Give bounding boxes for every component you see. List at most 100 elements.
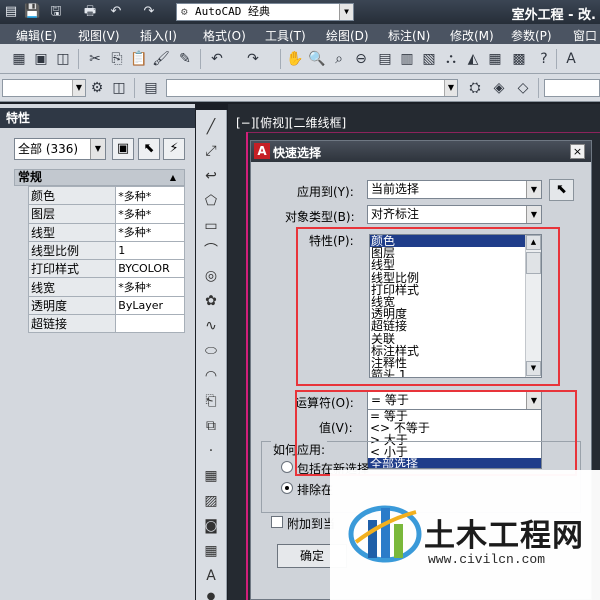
chevron-down-icon[interactable]: ▼	[72, 80, 85, 96]
quick-select-icon[interactable]: ⚡	[163, 138, 185, 160]
redo-icon[interactable]: ↷	[244, 50, 262, 68]
properties-icon[interactable]: ▤	[376, 50, 394, 68]
save-icon[interactable]: 💾	[24, 4, 40, 20]
exclude-radio[interactable]	[281, 482, 293, 494]
table-icon[interactable]: ▦	[202, 542, 220, 560]
apply-to-select[interactable]: 当前选择 ▼	[367, 180, 542, 199]
viewport-controls[interactable]: [−][俯视][二维线框]	[236, 114, 346, 131]
table-row[interactable]: 线型 *多种*	[27, 222, 185, 242]
region-icon[interactable]: ◙	[202, 517, 220, 535]
property-value[interactable]: ByLayer	[115, 295, 185, 316]
menu-view[interactable]: 视图(V)	[78, 27, 120, 44]
toggle-pickadd-icon[interactable]: ▣	[112, 138, 134, 160]
match-properties-icon[interactable]: 🖌	[152, 50, 170, 68]
property-value[interactable]: *多种*	[115, 277, 185, 297]
ellipse-icon[interactable]: ⬭	[202, 342, 220, 360]
close-button[interactable]: ×	[570, 144, 585, 159]
table-row[interactable]: 透明度 ByLayer	[27, 295, 185, 316]
menu-dimension[interactable]: 标注(N)	[388, 27, 430, 44]
menu-format[interactable]: 格式(O)	[203, 27, 246, 44]
dialog-title-bar[interactable]: A 快速选择 ×	[251, 141, 591, 162]
markup-icon[interactable]: ◭	[464, 50, 482, 68]
table-row[interactable]: 线宽 *多种*	[27, 277, 185, 297]
calculator-icon[interactable]: ▦	[486, 50, 504, 68]
selection-combo[interactable]: 全部 (336) ▼	[14, 138, 106, 160]
workspace-select[interactable]: ⚙ AutoCAD 经典 ▼	[176, 3, 354, 21]
cut-icon[interactable]: ✂	[86, 50, 104, 68]
make-current-icon[interactable]: ⛭	[466, 79, 484, 97]
undo-icon[interactable]: ↶	[108, 4, 124, 20]
insert-block-icon[interactable]: ⎗	[202, 392, 220, 410]
menu-draw[interactable]: 绘图(D)	[326, 27, 369, 44]
layer-state-icon[interactable]: ◫	[110, 79, 128, 97]
print-icon[interactable]: 🖶	[82, 4, 98, 20]
table-row[interactable]: 图层 *多种*	[27, 204, 185, 224]
section-general[interactable]: 常规 ▲	[14, 169, 185, 186]
line-icon[interactable]: ╱	[202, 118, 220, 136]
new-file-icon[interactable]: ▤	[3, 4, 19, 20]
chevron-down-icon[interactable]: ▼	[526, 181, 541, 198]
layer-manager-icon[interactable]: ▤	[142, 79, 160, 97]
zoom-realtime-icon[interactable]: 🔍	[308, 50, 326, 68]
revcloud-icon[interactable]: ✿	[202, 292, 220, 310]
text-style-icon[interactable]: A	[562, 50, 580, 68]
rectangle-icon[interactable]: ▭	[202, 217, 220, 235]
property-value[interactable]: *多种*	[115, 204, 185, 224]
layer-previous-icon[interactable]: ◈	[490, 79, 508, 97]
gradient-icon[interactable]: ▨	[202, 492, 220, 510]
point-icon[interactable]: ·	[202, 442, 220, 460]
layer-settings-icon[interactable]: ⚙	[88, 79, 106, 97]
make-block-icon[interactable]: ⧉	[202, 417, 220, 435]
hatch-icon[interactable]: ▦	[202, 467, 220, 485]
help-icon[interactable]: ?	[535, 50, 553, 68]
zoom-previous-icon[interactable]: ⊖	[352, 50, 370, 68]
polyline-icon[interactable]: ↩	[202, 167, 220, 185]
menu-parametric[interactable]: 参数(P)	[511, 27, 552, 44]
table-row[interactable]: 打印样式 BYCOLOR	[27, 259, 185, 279]
table-row[interactable]: 颜色 *多种*	[27, 185, 185, 206]
color-control-combo[interactable]	[544, 79, 600, 97]
layer-control-combo[interactable]: ▼	[166, 79, 458, 97]
arc-icon[interactable]: ⌒	[202, 242, 220, 260]
layer-combo[interactable]: ▼	[2, 79, 86, 97]
design-center-icon[interactable]: ▥	[398, 50, 416, 68]
sheet-set-icon[interactable]: ⛬	[442, 50, 460, 68]
spline-icon[interactable]: ∿	[202, 317, 220, 335]
redo-icon[interactable]: ↷	[141, 4, 157, 20]
menu-modify[interactable]: 修改(M)	[450, 27, 494, 44]
paste-icon[interactable]: 📋	[130, 50, 148, 68]
pan-icon[interactable]: ✋	[286, 50, 304, 68]
property-value[interactable]: *多种*	[115, 185, 185, 206]
chevron-down-icon[interactable]: ▼	[339, 4, 353, 20]
multiline-text-icon[interactable]: A	[202, 567, 220, 585]
plot-icon[interactable]: ▦	[10, 50, 28, 68]
append-checkbox[interactable]	[271, 516, 283, 528]
menu-window[interactable]: 窗口	[573, 27, 597, 44]
undo-icon[interactable]: ↶	[208, 50, 226, 68]
ellipse-arc-icon[interactable]: ◠	[202, 367, 220, 385]
publish-icon[interactable]: ◫	[54, 50, 72, 68]
polygon-icon[interactable]: ⬠	[202, 192, 220, 210]
menu-tools[interactable]: 工具(T)	[265, 27, 306, 44]
block-editor-icon[interactable]: ✎	[176, 50, 194, 68]
property-value[interactable]: 1	[115, 240, 185, 261]
construction-line-icon[interactable]: ⤢	[202, 142, 220, 160]
zoom-window-icon[interactable]: ⌕	[330, 50, 348, 68]
property-value[interactable]	[115, 314, 185, 334]
chevron-down-icon[interactable]: ▼	[90, 139, 105, 159]
menu-edit[interactable]: 编辑(E)	[16, 27, 57, 44]
property-value[interactable]: BYCOLOR	[115, 259, 185, 279]
chevron-down-icon[interactable]: ▼	[444, 80, 457, 96]
layer-isolate-icon[interactable]: ◇	[514, 79, 532, 97]
menu-insert[interactable]: 插入(I)	[140, 27, 177, 44]
property-value[interactable]: *多种*	[115, 222, 185, 242]
include-radio[interactable]	[281, 461, 293, 473]
select-objects-icon[interactable]: ⬉	[138, 138, 160, 160]
chevron-down-icon[interactable]: ▼	[526, 206, 541, 223]
preview-icon[interactable]: ▣	[32, 50, 50, 68]
select-objects-button[interactable]: ⬉	[549, 179, 574, 201]
circle-icon[interactable]: ◎	[202, 267, 220, 285]
table-row[interactable]: 超链接	[27, 314, 185, 334]
tool-palettes-icon[interactable]: ▧	[420, 50, 438, 68]
save-as-icon[interactable]: 🖫	[48, 4, 64, 20]
